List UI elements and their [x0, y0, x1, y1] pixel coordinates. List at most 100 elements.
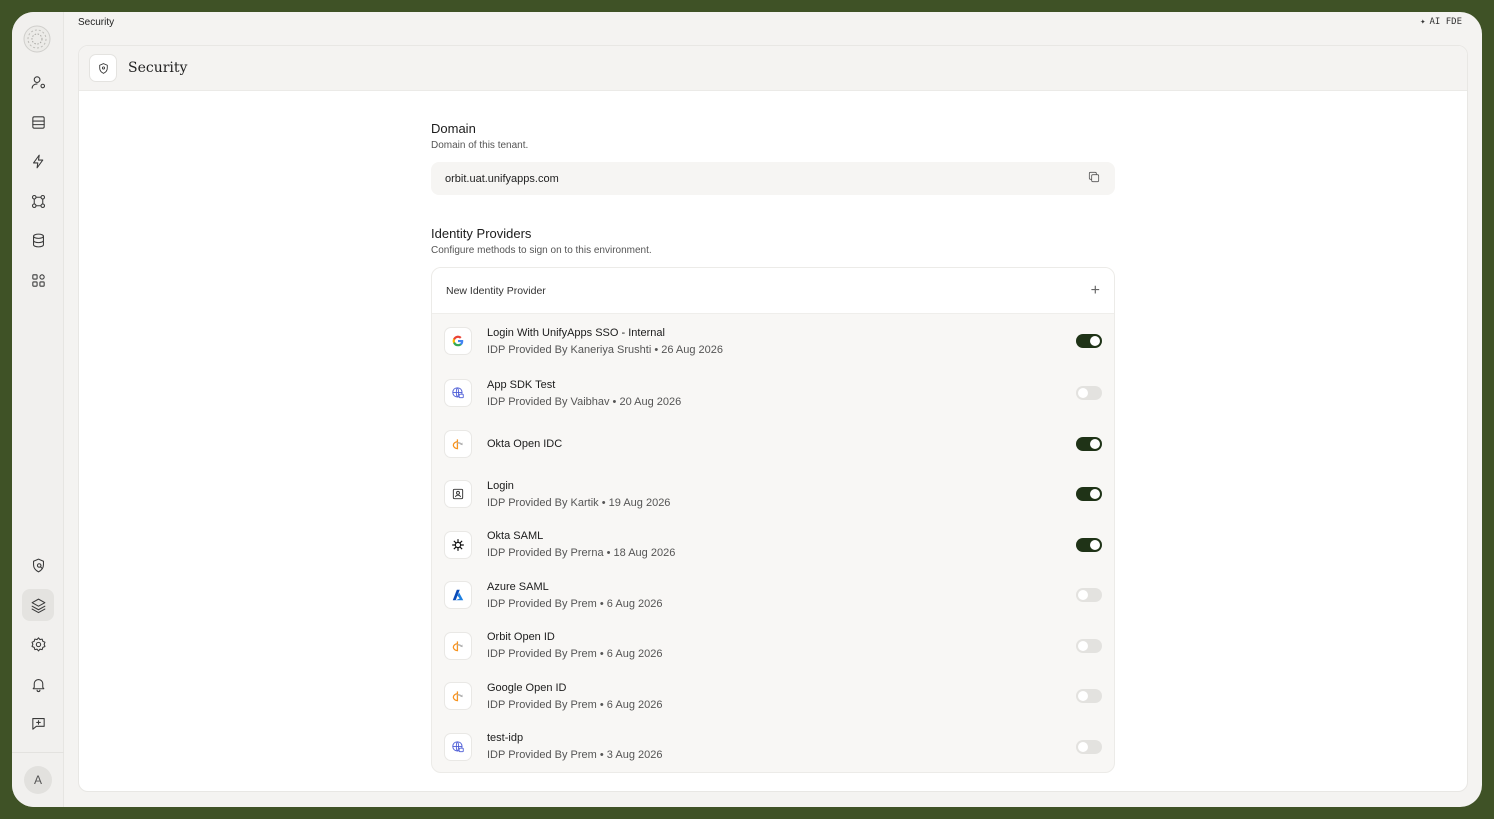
identity-provider-info: test-idp IDP Provided By Prem • 3 Aug 202…: [487, 732, 1076, 761]
identity-provider-meta: IDP Provided By Vaibhav • 20 Aug 2026: [487, 395, 682, 408]
domain-section: Domain Domain of this tenant. orbit.uat.…: [431, 121, 1115, 195]
identity-provider-row[interactable]: test-idp IDP Provided By Prem • 3 Aug 202…: [432, 722, 1114, 773]
toggle-knob: [1078, 388, 1088, 399]
identity-provider-toggle[interactable]: [1076, 739, 1102, 754]
identity-provider-toggle[interactable]: [1076, 689, 1102, 704]
google-icon: [444, 327, 472, 355]
identity-provider-info: App SDK Test IDP Provided By Vaibhav • 20…: [487, 379, 1076, 408]
openid-icon: [444, 682, 472, 711]
domain-title: Domain: [431, 121, 476, 136]
identity-providers-subtitle: Configure methods to sign on to this env…: [431, 245, 652, 256]
bell-icon: [32, 678, 44, 692]
toggle-knob: [1078, 590, 1088, 601]
copy-icon[interactable]: [1087, 170, 1101, 187]
sidebar-item-apps[interactable]: [22, 264, 54, 296]
domain-subtitle: Domain of this tenant.: [431, 140, 529, 151]
ai-fde-button[interactable]: ✦ AI FDE: [1420, 17, 1462, 27]
identity-provider-name: Okta Open IDC: [487, 437, 563, 450]
avatar[interactable]: A: [24, 766, 52, 794]
sidebar-item-users[interactable]: [22, 66, 54, 98]
sidebar-item-security[interactable]: [22, 549, 54, 581]
identity-provider-row[interactable]: App SDK Test IDP Provided By Vaibhav • 20…: [432, 368, 1114, 419]
app-logo[interactable]: [22, 24, 52, 54]
page-title: Security: [128, 60, 188, 76]
identity-provider-info: Okta Open IDC: [487, 438, 1076, 450]
lightning-icon: [32, 154, 43, 168]
identity-provider-toggle[interactable]: [1076, 386, 1102, 401]
identity-provider-row[interactable]: Login IDP Provided By Kartik • 19 Aug 202…: [432, 469, 1114, 520]
identity-provider-info: Login IDP Provided By Kartik • 19 Aug 202…: [487, 480, 1076, 509]
domain-value: orbit.uat.unifyapps.com: [445, 172, 559, 185]
main-panel: Security Domain Domain of this tenant. o…: [78, 45, 1468, 792]
toggle-knob: [1078, 741, 1088, 752]
toggle-knob: [1078, 640, 1088, 651]
ai-fde-label: AI FDE: [1429, 17, 1462, 27]
toggle-knob: [1090, 489, 1100, 500]
identity-provider-row[interactable]: Okta Open IDC: [432, 419, 1114, 470]
identity-provider-toggle[interactable]: [1076, 638, 1102, 653]
plus-icon[interactable]: +: [1091, 282, 1100, 300]
identity-provider-toggle[interactable]: [1076, 588, 1102, 603]
id-card-icon: [444, 480, 472, 509]
identity-provider-list: New Identity Provider + Login With Unify…: [431, 267, 1115, 773]
settings-content: Domain Domain of this tenant. orbit.uat.…: [431, 121, 1115, 773]
user-settings-icon: [31, 75, 45, 89]
sidebar-item-feedback[interactable]: [22, 707, 54, 739]
identity-provider-toggle[interactable]: [1076, 436, 1102, 451]
gear-icon: [31, 636, 45, 651]
toggle-knob: [1090, 539, 1100, 550]
identity-provider-info: Azure SAML IDP Provided By Prem • 6 Aug 2…: [487, 581, 1076, 610]
apps-grid-icon: [31, 273, 45, 287]
identity-provider-row[interactable]: Okta SAML IDP Provided By Prerna • 18 Aug…: [432, 520, 1114, 571]
sidebar-item-database[interactable]: [22, 224, 54, 256]
breadcrumb: Security: [78, 17, 115, 28]
identity-provider-name: Azure SAML: [487, 580, 549, 593]
sidebar-item-automations[interactable]: [22, 145, 54, 177]
new-identity-provider-label: New Identity Provider: [446, 284, 546, 297]
identity-provider-name: Login: [487, 479, 514, 492]
identity-provider-meta: IDP Provided By Prerna • 18 Aug 2026: [487, 547, 676, 560]
new-identity-provider-button[interactable]: New Identity Provider +: [432, 268, 1114, 314]
sidebar: A: [12, 12, 64, 807]
identity-provider-name: Okta SAML: [487, 530, 544, 543]
globe-icon: [444, 379, 472, 408]
layers-icon: [31, 598, 45, 613]
shield-search-icon: [32, 558, 44, 572]
domain-field[interactable]: orbit.uat.unifyapps.com: [431, 162, 1115, 195]
identity-provider-name: test-idp: [487, 732, 524, 745]
sidebar-item-settings[interactable]: [22, 628, 54, 660]
identity-provider-info: Google Open ID IDP Provided By Prem • 6 A…: [487, 682, 1076, 711]
sidebar-divider: [12, 752, 64, 753]
identity-providers-section: Identity Providers Configure methods to …: [431, 226, 1115, 773]
table-icon: [31, 115, 45, 129]
identity-provider-info: Orbit Open ID IDP Provided By Prem • 6 Au…: [487, 631, 1076, 660]
sidebar-item-notifications[interactable]: [22, 668, 54, 700]
toggle-knob: [1090, 438, 1100, 449]
message-plus-icon: [31, 717, 45, 730]
identity-provider-row[interactable]: Orbit Open ID IDP Provided By Prem • 6 Au…: [432, 621, 1114, 672]
identity-providers-title: Identity Providers: [431, 226, 532, 241]
database-icon: [32, 233, 44, 247]
identity-provider-row[interactable]: Login With UnifyApps SSO - Internal IDP P…: [432, 314, 1114, 368]
sidebar-item-workflows[interactable]: [22, 185, 54, 217]
identity-provider-meta: IDP Provided By Kartik • 19 Aug 2026: [487, 496, 671, 509]
openid-icon: [444, 631, 472, 660]
sidebar-item-environments[interactable]: [22, 589, 54, 621]
identity-provider-name: Login With UnifyApps SSO - Internal: [487, 326, 665, 339]
identity-provider-toggle[interactable]: [1076, 537, 1102, 552]
shield-icon: [89, 54, 117, 82]
sidebar-item-data[interactable]: [22, 106, 54, 138]
app-window: A Security ✦ AI FDE Security Domain Doma…: [12, 12, 1482, 807]
identity-provider-info: Login With UnifyApps SSO - Internal IDP P…: [487, 327, 1076, 356]
identity-provider-row[interactable]: Google Open ID IDP Provided By Prem • 6 A…: [432, 671, 1114, 722]
identity-provider-meta: IDP Provided By Prem • 3 Aug 2026: [487, 749, 663, 762]
okta-icon: [444, 530, 472, 559]
toggle-knob: [1078, 691, 1088, 702]
sparkle-icon: ✦: [1420, 17, 1426, 27]
identity-provider-meta: IDP Provided By Prem • 6 Aug 2026: [487, 597, 663, 610]
identity-provider-toggle[interactable]: [1076, 487, 1102, 502]
identity-provider-row[interactable]: Azure SAML IDP Provided By Prem • 6 Aug 2…: [432, 570, 1114, 621]
identity-provider-meta: IDP Provided By Prem • 6 Aug 2026: [487, 648, 663, 661]
identity-provider-toggle[interactable]: [1076, 334, 1102, 348]
identity-provider-name: Orbit Open ID: [487, 631, 555, 644]
